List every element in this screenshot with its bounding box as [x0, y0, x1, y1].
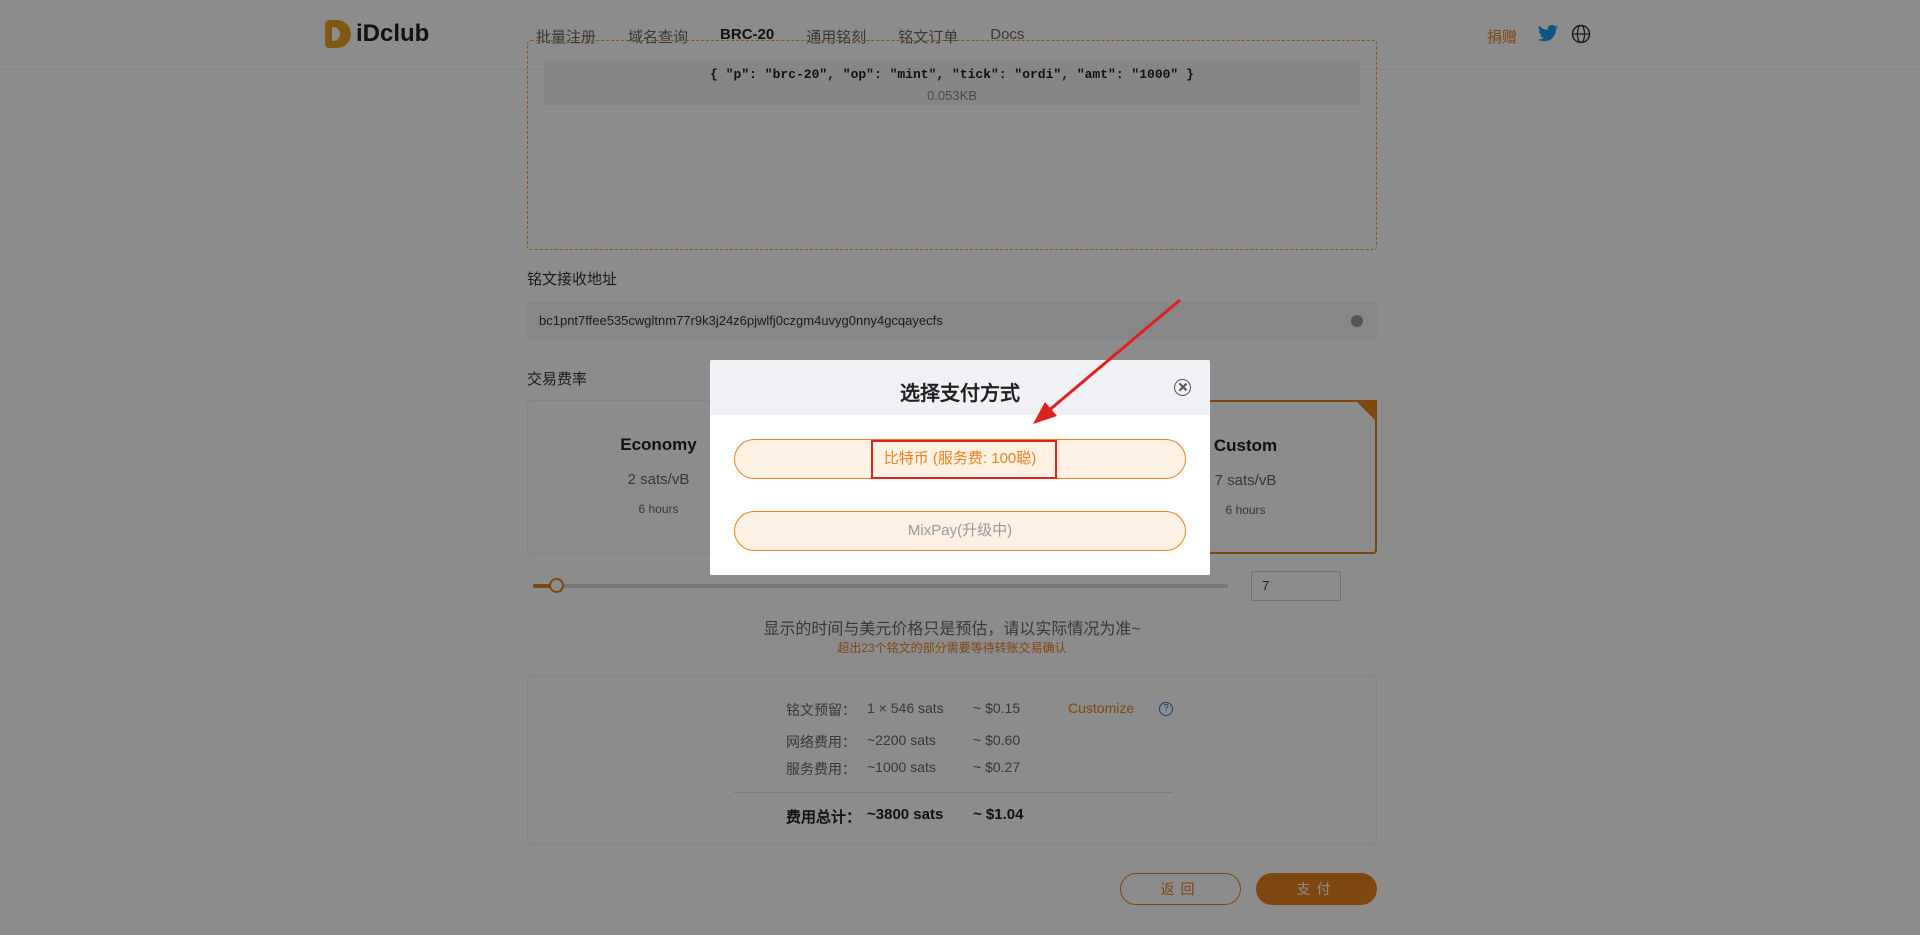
pay-option-mixpay[interactable]: MixPay(升级中)	[734, 511, 1186, 551]
modal-header: 选择支付方式	[710, 360, 1210, 415]
close-icon[interactable]	[1174, 379, 1191, 396]
modal-title: 选择支付方式	[900, 383, 1020, 405]
annotation-highlight-box	[871, 440, 1057, 479]
